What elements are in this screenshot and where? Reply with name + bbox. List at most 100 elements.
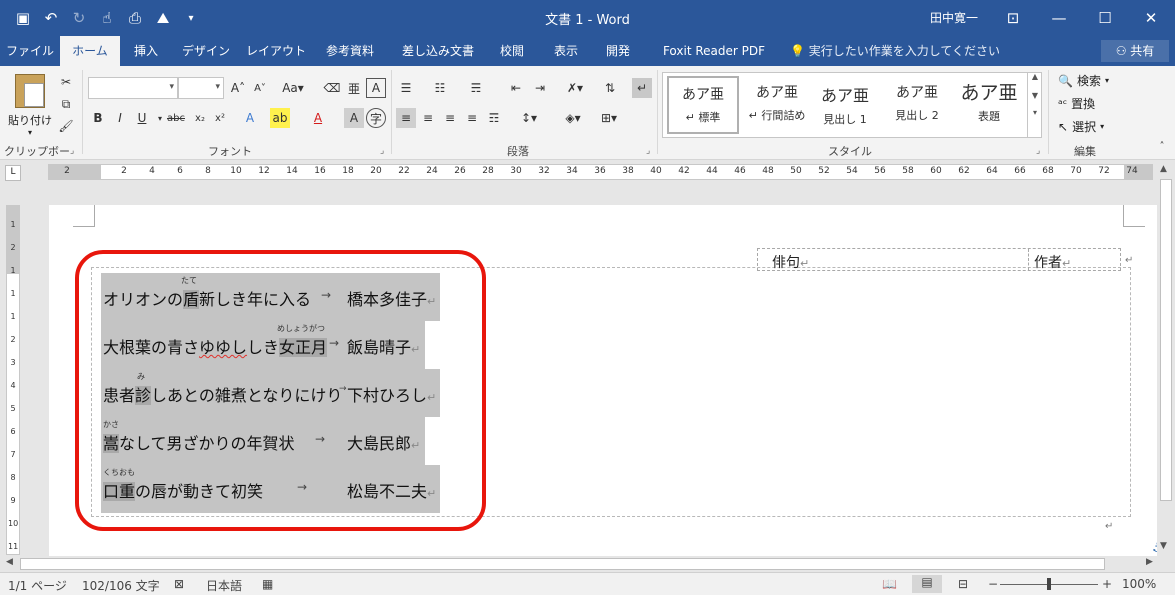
clear-formatting-icon[interactable]: ⌫ [322,78,342,98]
scroll-right-icon[interactable]: ▶ [1146,557,1153,567]
vertical-ruler[interactable]: 1 2 1 1 1 2 3 4 5 6 7 8 9 10 11 [6,205,20,555]
header-cell-haiku[interactable]: 俳句↵ [772,252,809,272]
scroll-up-icon[interactable]: ▲ [1160,164,1167,174]
list-item[interactable]: かさ 嵩なして男ざかりの年賀状 → 大島民郎↵ [101,417,425,465]
underline-icon[interactable]: U [132,108,152,128]
web-layout-icon[interactable]: ⊟ [958,577,968,591]
tab-layout[interactable]: レイアウト [244,36,308,66]
character-border-icon[interactable]: A [366,78,386,98]
user-name[interactable]: 田中寛一 [930,9,978,26]
vertical-scrollbar[interactable]: ▲ ▼ [1157,161,1175,556]
borders-icon[interactable]: ⊞▾ [594,108,624,128]
enclosed-character-icon[interactable]: 字 [366,108,386,128]
scrollbar-thumb[interactable] [1160,179,1172,501]
zoom-level[interactable]: 100% [1122,577,1156,591]
bullets-icon[interactable]: ☰ [396,78,416,98]
asian-layout-icon[interactable]: ✗▾ [560,78,590,98]
tab-review[interactable]: 校閲 [492,36,532,66]
change-case-icon[interactable]: Aa▾ [278,78,308,98]
chevron-up-icon[interactable]: ▲ [1028,72,1042,81]
tab-view[interactable]: 表示 [546,36,586,66]
list-item[interactable]: くちおも 口重の唇が動きて初笑 → 松島不二夫↵ [101,465,440,513]
tab-insert[interactable]: 挿入 [122,36,170,66]
format-painter-icon[interactable]: 🖌 [56,116,76,136]
align-right-icon[interactable]: ≡ [440,108,460,128]
header-cell-author[interactable]: 作者↵ [1034,252,1071,272]
scrollbar-thumb[interactable] [20,558,1105,570]
customize-icon[interactable]: ▾ [178,5,204,31]
styles-scroll[interactable]: ▲ ▼ ▾ [1027,72,1042,138]
maximize-icon[interactable]: ☐ [1082,0,1128,36]
copy-icon[interactable]: ⧉ [56,94,76,114]
font-color-icon[interactable]: A [308,108,328,128]
tab-selector-icon[interactable]: L [5,165,21,181]
list-item[interactable]: めしょうがつ 大根葉の青さゆゆししき女正月 → 飯島晴子↵ [101,321,425,369]
decrease-indent-icon[interactable]: ⇤ [506,78,526,98]
print-layout-icon[interactable]: ▤ [912,575,942,593]
font-size-combo[interactable]: ▾ [178,77,224,99]
character-shading-icon[interactable]: A [344,108,364,128]
cut-icon[interactable]: ✂ [56,72,76,92]
tab-foxit[interactable]: Foxit Reader PDF [652,36,776,66]
numbering-icon[interactable]: ☷ [430,78,450,98]
dialog-launcher-icon[interactable]: ⌟ [1036,146,1040,156]
tell-me-box[interactable]: 💡 実行したい作業を入力してください [790,36,1000,66]
tab-references[interactable]: 参考資料 [318,36,382,66]
multilevel-list-icon[interactable]: ☴ [466,78,486,98]
dialog-launcher-icon[interactable]: ⌟ [70,146,74,156]
read-mode-icon[interactable]: 📖 [882,577,897,591]
style-heading-1[interactable]: あア亜 見出し 1 [809,76,881,134]
replace-button[interactable]: ᵃᶜ 置換 [1058,95,1095,112]
chevron-down-icon[interactable]: ▼ [1028,91,1042,100]
dialog-launcher-icon[interactable]: ⌟ [646,146,650,156]
scroll-down-icon[interactable]: ▼ [1160,541,1167,551]
line-spacing-icon[interactable]: ↕▾ [514,108,544,128]
minimize-icon[interactable]: — [1036,0,1082,36]
list-item[interactable]: たて オリオンの盾新しき年に入る → 橋本多佳子↵ [101,273,440,321]
touch-mode-icon[interactable]: ☝ [94,5,120,31]
style-heading-2[interactable]: あア亜 見出し 2 [881,76,953,134]
strikethrough-icon[interactable]: abc [166,108,186,128]
language-indicator[interactable]: 日本語 [206,577,242,594]
dialog-launcher-icon[interactable]: ⌟ [380,146,384,156]
find-button[interactable]: 🔍 検索 ▾ [1058,72,1109,89]
superscript-icon[interactable]: x² [210,108,230,128]
italic-icon[interactable]: I [110,108,130,128]
sort-icon[interactable]: ⇅ [600,78,620,98]
list-item[interactable]: み 患者診しあとの雑煮となりにけり → 下村ひろし↵ [101,369,440,417]
print-preview-icon[interactable]: ⎙ [122,5,148,31]
align-center-icon[interactable]: ≡ [418,108,438,128]
redo-icon[interactable]: ↻ [66,5,92,31]
document-area[interactable]: 俳句↵ 作者↵ ↵ たて オリオンの盾新しき年に入る → 橋本多佳子↵ めしょう… [22,183,1157,556]
undo-icon[interactable]: ↶ [38,5,64,31]
font-name-combo[interactable]: ▾ [88,77,178,99]
scroll-left-icon[interactable]: ◀ [6,557,13,567]
page[interactable]: 俳句↵ 作者↵ ↵ たて オリオンの盾新しき年に入る → 橋本多佳子↵ めしょう… [49,205,1157,556]
grow-font-icon[interactable]: A˄ [228,78,248,98]
more-styles-icon[interactable]: ▾ [1028,108,1042,117]
distributed-icon[interactable]: ☶ [484,108,504,128]
zoom-slider-thumb[interactable] [1047,578,1051,590]
page-count[interactable]: 1/1 ページ [8,577,67,594]
style-title[interactable]: あア亜 表題 [953,76,1025,134]
horizontal-ruler[interactable]: 2 2 4 6 8 10 12 14 16 18 20 22 24 26 28 30 32 34 36 38 40 42 4… [48,164,1153,180]
shrink-font-icon[interactable]: A˅ [250,78,270,98]
style-normal[interactable]: あア亜 ↵ 標準 [667,76,739,134]
subscript-icon[interactable]: x₂ [190,108,210,128]
macro-recording-icon[interactable]: ▦ [262,577,273,591]
share-button[interactable]: ⚇ 共有 [1101,40,1169,62]
ribbon-display-options-icon[interactable]: ⊡ [990,0,1036,36]
header-table[interactable]: 俳句↵ 作者↵ [757,248,1121,271]
proofing-icon[interactable]: ⊠ [174,577,184,591]
word-count[interactable]: 102/106 文字 [82,577,160,594]
style-no-spacing[interactable]: あア亜 ↵ 行間詰め [741,76,813,134]
zoom-out-icon[interactable]: − [988,577,998,591]
highlight-icon[interactable]: ab [270,108,290,128]
save-icon[interactable]: ▣ [10,5,36,31]
show-formatting-marks-icon[interactable]: ↵ [632,78,652,98]
text-effects-icon[interactable]: A [240,108,260,128]
increase-indent-icon[interactable]: ⇥ [530,78,550,98]
tab-developer[interactable]: 開発 [598,36,638,66]
tab-file[interactable]: ファイル [0,36,60,66]
paste-button[interactable]: 貼り付け ▾ [6,72,54,140]
